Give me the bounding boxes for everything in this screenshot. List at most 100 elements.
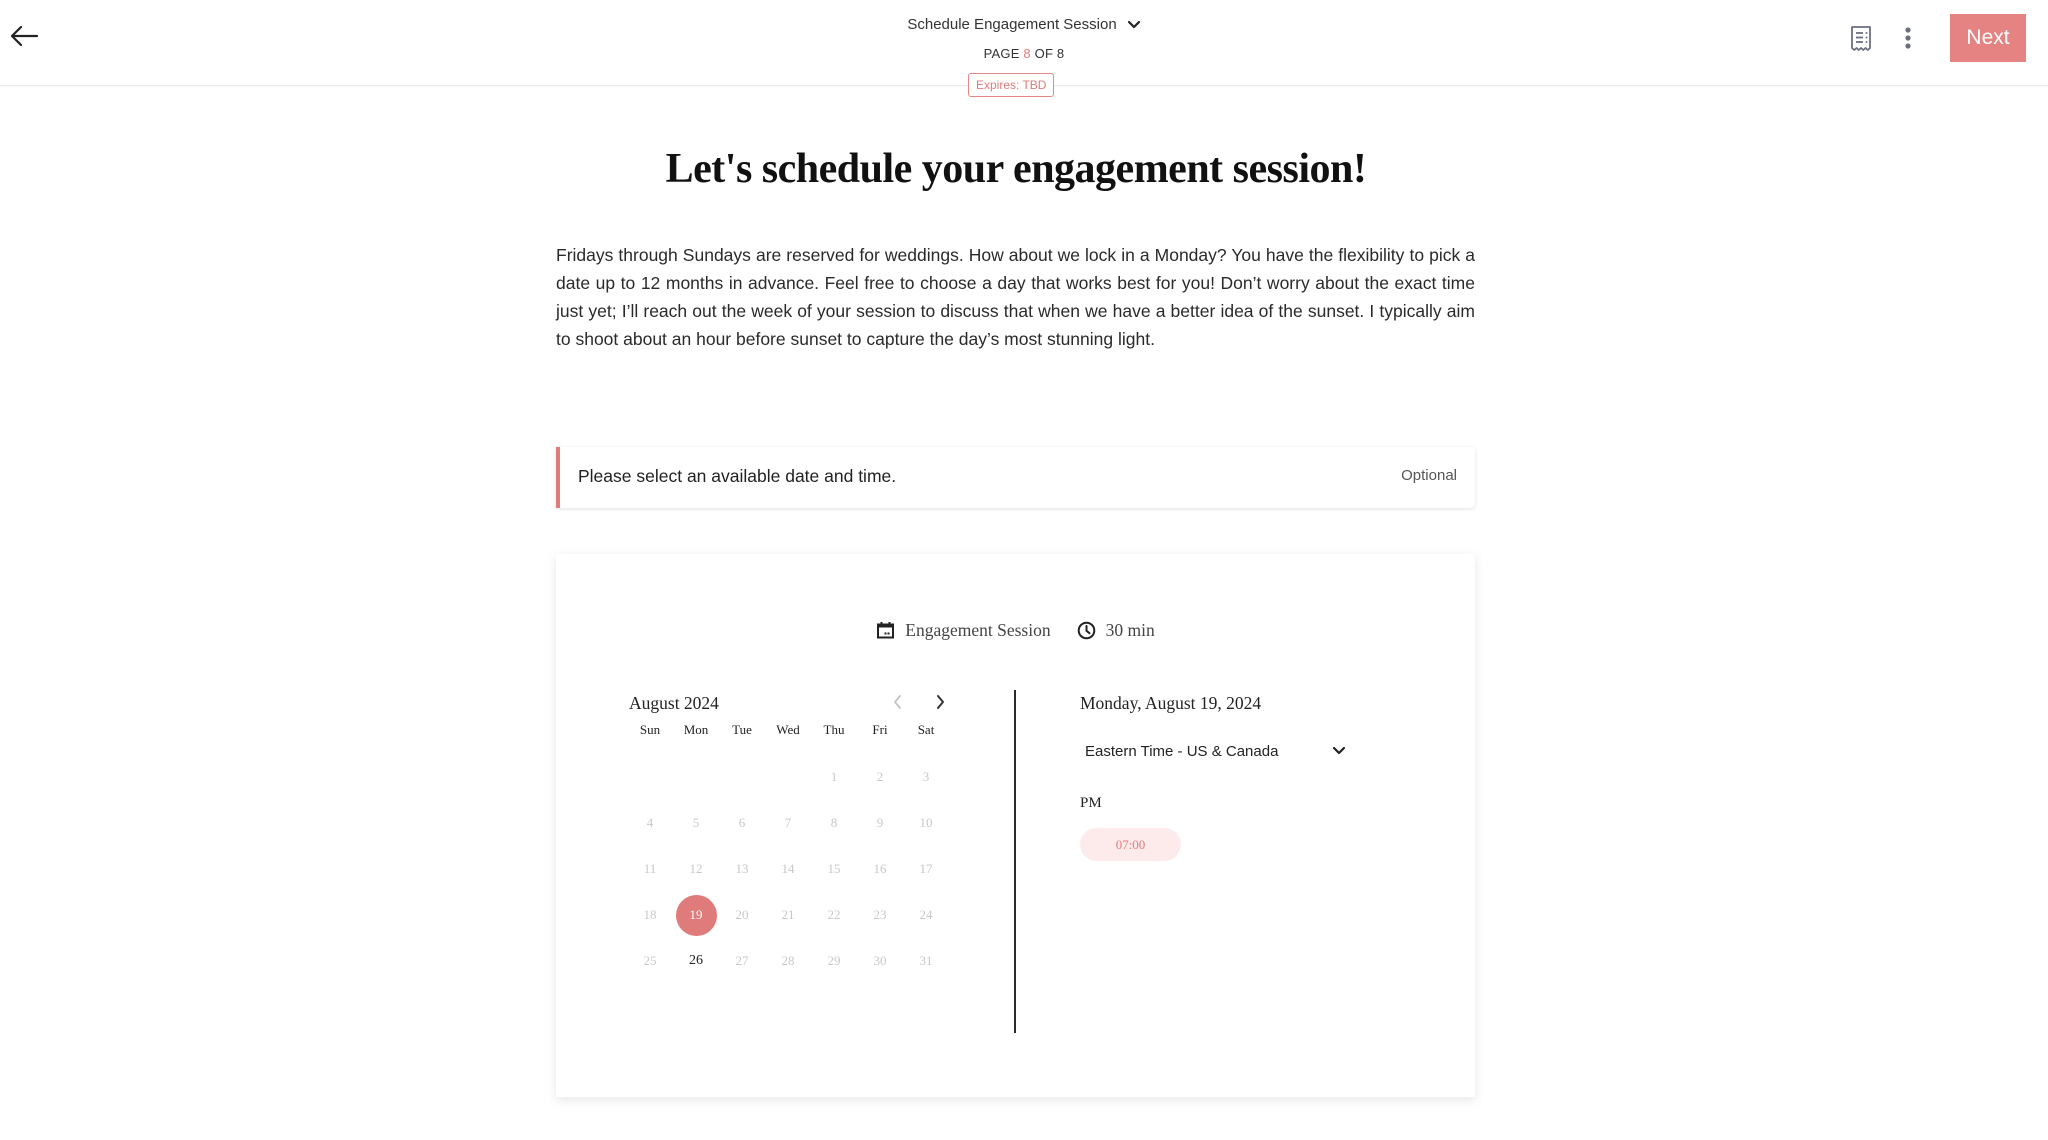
weekday-tue: Tue xyxy=(732,722,752,737)
calendar-day-number: 3 xyxy=(922,769,930,784)
weekday-sun: Sun xyxy=(639,722,661,737)
calendar-day-number: 17 xyxy=(919,861,933,876)
chevron-down-icon xyxy=(1127,20,1140,28)
calendar-days: 1 2 3 4 5 6 7 8 9 10 11 12 13 14 15 16 17 18 19 20 21 22 23 24 2… xyxy=(627,754,933,984)
calendar-blank xyxy=(765,754,811,800)
timezone-select[interactable]: Eastern Time - US & Canada xyxy=(1080,736,1350,766)
calendar-day-number: 15 xyxy=(827,861,841,876)
calendar-day-disabled: 28 xyxy=(765,938,811,984)
calendar-day-number: 10 xyxy=(919,815,933,830)
calendar-month-label: August 2024 xyxy=(629,693,719,713)
calendar-day-disabled: 4 xyxy=(627,800,673,846)
weekday-header: Sun Mon Tue Wed Thu Fri Sat xyxy=(627,722,934,746)
calendar-day-number: 8 xyxy=(830,815,838,830)
calendar-blank xyxy=(719,754,765,800)
calendar-day-disabled: 20 xyxy=(719,892,765,938)
weekday-sat: Sat xyxy=(917,722,935,737)
event-type: Engagement Session xyxy=(876,620,1051,641)
calendar-day-number: 12 xyxy=(689,861,703,876)
calendar-day-disabled: 1 xyxy=(811,754,857,800)
calendar-day-disabled: 8 xyxy=(811,800,857,846)
event-info: Engagement Session 30 min xyxy=(556,620,1475,641)
next-month-button[interactable] xyxy=(931,691,949,713)
calendar-day-disabled: 18 xyxy=(627,892,673,938)
calendar-day-disabled: 5 xyxy=(673,800,719,846)
chevron-right-icon xyxy=(937,695,944,709)
calendar-day-number: 28 xyxy=(781,953,795,968)
page-current: 8 xyxy=(1023,46,1031,61)
calendar-day-number: 16 xyxy=(873,861,887,876)
document-title-dropdown[interactable]: Schedule Engagement Session xyxy=(907,16,1140,33)
duration-text: 30 min xyxy=(1105,620,1155,640)
calendar-grid: Sun Mon Tue Wed Thu Fri Sat 1 2 3 4 5 6 7 8 9 10 11 12 13 1… xyxy=(627,722,934,984)
event-duration: 30 min xyxy=(1077,620,1155,641)
time-slot-button[interactable]: 07:00 xyxy=(1080,828,1181,861)
receipt-button[interactable] xyxy=(1848,24,1874,52)
calendar-day-number: 18 xyxy=(643,907,657,922)
page-heading: Let's schedule your engagement session! xyxy=(665,146,1367,192)
calendar-day-disabled: 13 xyxy=(719,846,765,892)
calendar-blank xyxy=(627,754,673,800)
calendar-day-number: 24 xyxy=(919,907,933,922)
calendar-day-number[interactable]: 26 xyxy=(676,941,717,982)
calendar-day-number: 13 xyxy=(735,861,749,876)
title-area: Schedule Engagement Session PAGE 8 OF 8 xyxy=(0,16,2048,61)
calendar-day-disabled: 15 xyxy=(811,846,857,892)
question-text: Please select an available date and time… xyxy=(578,466,897,486)
calendar-day-disabled: 27 xyxy=(719,938,765,984)
weekday-mon: Mon xyxy=(683,722,709,737)
vertical-divider xyxy=(1014,690,1016,1033)
page-indicator: PAGE 8 OF 8 xyxy=(0,46,2048,61)
period-label: PM xyxy=(1080,795,1102,811)
calendar-day-number[interactable]: 19 xyxy=(675,894,717,936)
weekday-thu: Thu xyxy=(823,722,845,737)
calendar-day-disabled: 6 xyxy=(719,800,765,846)
receipt-icon xyxy=(1851,26,1871,51)
page-label: PAGE xyxy=(983,46,1020,61)
scheduler-card: Engagement Session 30 min August 2024 Su… xyxy=(556,554,1475,1097)
weekday-fri: Fri xyxy=(872,722,888,737)
calendar-day-number: 22 xyxy=(827,907,841,922)
calendar-day-disabled: 2 xyxy=(857,754,903,800)
calendar-day-disabled: 31 xyxy=(903,938,949,984)
clock-icon xyxy=(1077,621,1095,640)
calendar-day-selected[interactable]: 19 xyxy=(673,892,719,938)
calendar-icon xyxy=(877,622,895,639)
calendar-day-number: 27 xyxy=(735,953,749,968)
calendar-day-disabled: 22 xyxy=(811,892,857,938)
more-vertical-icon xyxy=(1905,27,1911,49)
calendar-day-disabled: 23 xyxy=(857,892,903,938)
calendar-day-number: 1 xyxy=(830,769,838,784)
weekday-wed: Wed xyxy=(776,722,800,737)
more-options-button[interactable] xyxy=(1898,24,1918,52)
calendar-day-number: 21 xyxy=(781,907,795,922)
previous-month-button[interactable] xyxy=(889,691,907,713)
calendar-day-disabled: 10 xyxy=(903,800,949,846)
calendar-day-available[interactable]: 26 xyxy=(673,938,719,984)
calendar-day-number: 25 xyxy=(643,953,657,968)
expires-badge: Expires: TBD xyxy=(968,73,1055,97)
calendar-day-number: 6 xyxy=(738,815,746,830)
page-total: OF 8 xyxy=(1034,46,1065,61)
calendar-day-disabled: 3 xyxy=(903,754,949,800)
calendar-day-disabled: 17 xyxy=(903,846,949,892)
calendar-day-number: 11 xyxy=(643,861,657,876)
document-title: Schedule Engagement Session xyxy=(907,16,1117,33)
calendar-day-number: 29 xyxy=(827,953,841,968)
optional-label: Optional xyxy=(1401,467,1457,484)
chevron-down-icon xyxy=(1332,746,1346,755)
calendar-day-disabled: 12 xyxy=(673,846,719,892)
calendar-day-number: 7 xyxy=(784,815,792,830)
calendar-day-disabled: 24 xyxy=(903,892,949,938)
intro-text: Fridays through Sundays are reserved for… xyxy=(556,245,1475,349)
calendar-day-disabled: 14 xyxy=(765,846,811,892)
calendar-day-disabled: 25 xyxy=(627,938,673,984)
calendar-day-number: 14 xyxy=(781,861,795,876)
calendar-day-number: 5 xyxy=(692,815,700,830)
calendar-day-number: 4 xyxy=(646,815,654,830)
calendar-day-number: 9 xyxy=(876,815,884,830)
next-button[interactable]: Next xyxy=(1950,14,2026,62)
calendar-blank xyxy=(673,754,719,800)
calendar-day-disabled: 30 xyxy=(857,938,903,984)
selected-date-label: Monday, August 19, 2024 xyxy=(1080,693,1262,713)
